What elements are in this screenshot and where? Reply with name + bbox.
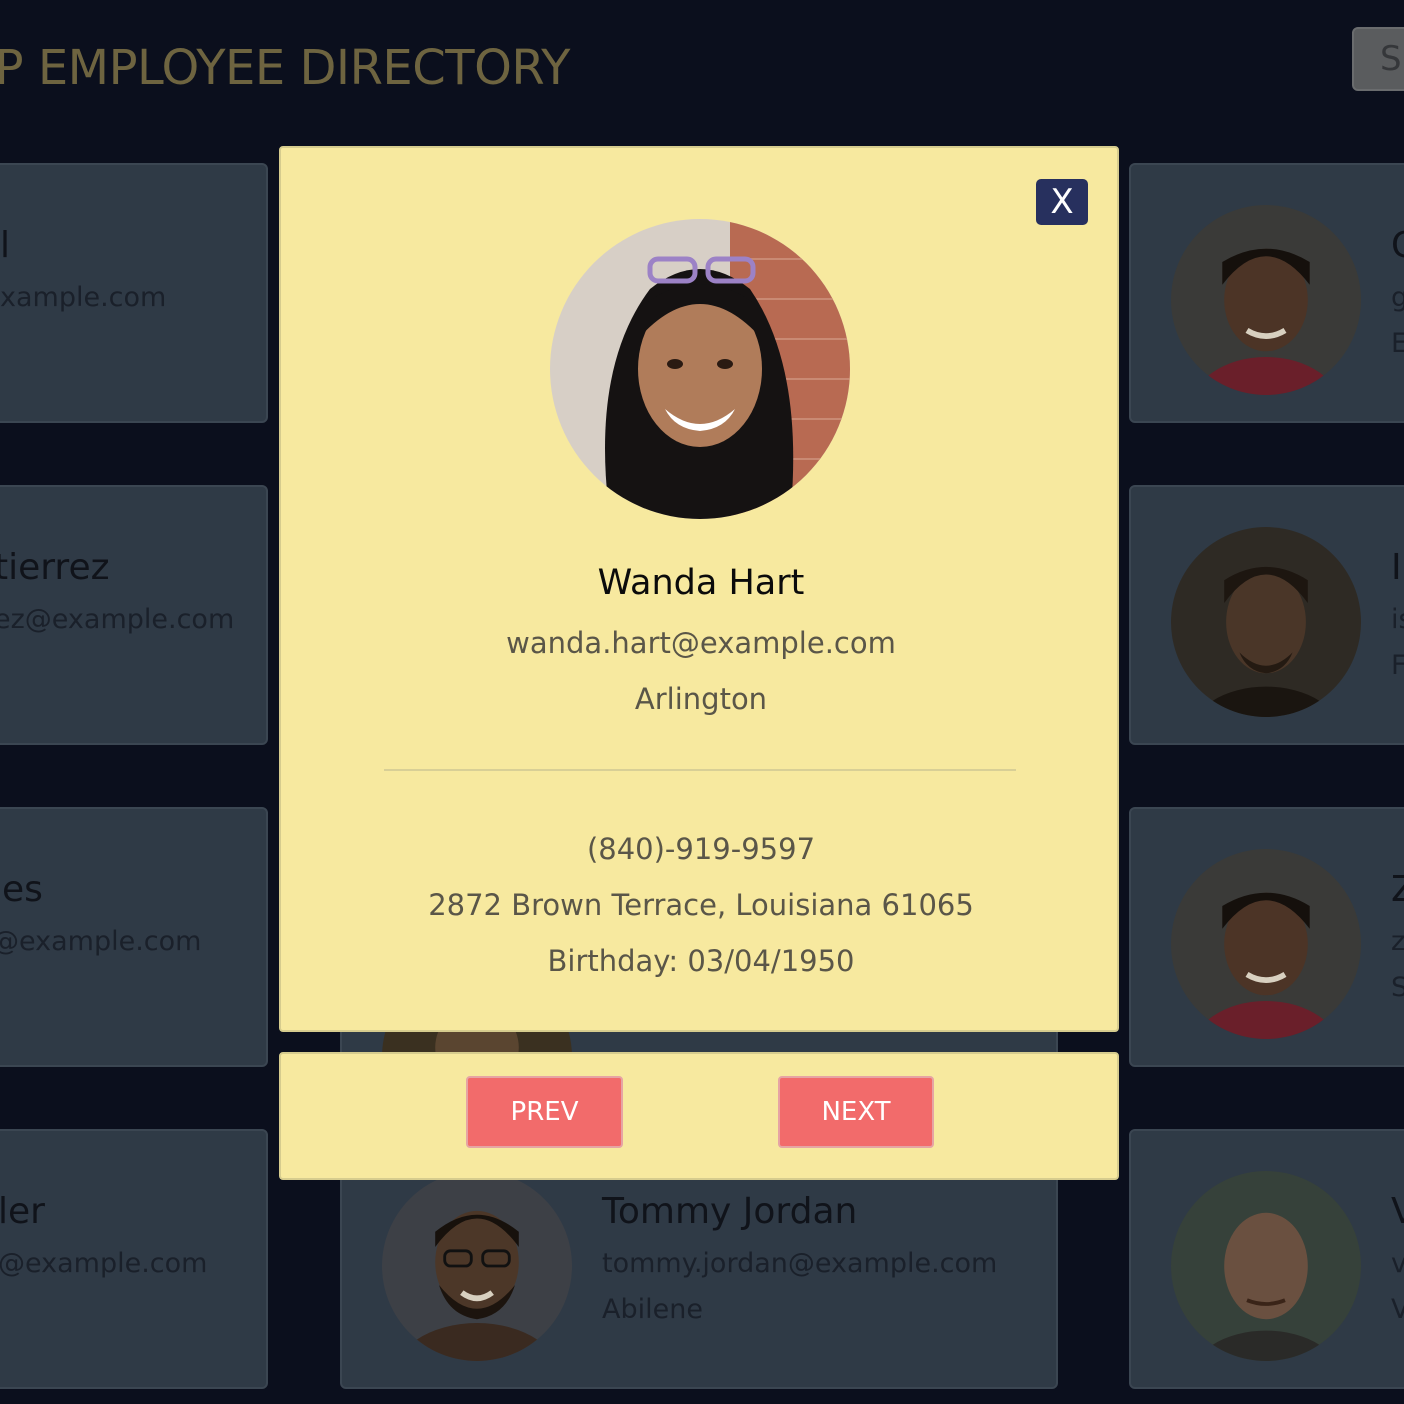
modal-employee-name: Wanda Hart — [597, 563, 805, 603]
employee-card[interactable]: les @example.com — [0, 807, 268, 1067]
modal-employee-email: wanda.hart@example.com — [506, 626, 896, 660]
employee-name: Z — [1391, 869, 1404, 910]
employee-card[interactable]: V v V — [1129, 1129, 1404, 1389]
employee-name: ler — [0, 1191, 45, 1232]
avatar — [1171, 527, 1361, 717]
modal-employee-phone: (840)-919-9597 — [586, 832, 816, 866]
employee-name: tierrez — [0, 547, 110, 588]
employee-city: F — [1391, 650, 1404, 681]
avatar — [1171, 205, 1361, 395]
close-button[interactable]: X — [1036, 179, 1088, 225]
employee-email: z — [1391, 926, 1404, 957]
employee-card[interactable]: G g E — [1129, 163, 1404, 423]
modal-nav-bar: PREV NEXT — [279, 1052, 1119, 1180]
prev-button[interactable]: PREV — [466, 1076, 623, 1148]
employee-city: V — [1391, 1294, 1404, 1325]
modal-employee-address: 2872 Brown Terrace, Louisiana 61065 — [428, 888, 974, 922]
employee-name: Tommy Jordan — [602, 1191, 858, 1232]
employee-card[interactable]: l xample.com — [0, 163, 268, 423]
avatar — [382, 1171, 572, 1361]
modal-employee-birthday: Birthday: 03/04/1950 — [547, 944, 855, 978]
employee-card[interactable]: I is F — [1129, 485, 1404, 745]
employee-email: g — [1391, 282, 1404, 313]
employee-detail-modal: X Wanda Hart wanda.hart@example.com Arli… — [279, 146, 1119, 1032]
employee-email: @example.com — [0, 1248, 208, 1279]
page-title: UP EMPLOYEE DIRECTORY — [0, 40, 570, 96]
employee-city: Abilene — [602, 1294, 703, 1325]
employee-name: l — [0, 225, 11, 266]
employee-card[interactable]: tierrez ez@example.com — [0, 485, 268, 745]
employee-email: tommy.jordan@example.com — [602, 1248, 998, 1279]
employee-name: G — [1391, 225, 1404, 266]
employee-card[interactable]: ler @example.com — [0, 1129, 268, 1389]
avatar — [1171, 849, 1361, 1039]
modal-employee-city: Arlington — [634, 682, 768, 716]
employee-email: @example.com — [0, 926, 202, 957]
employee-card[interactable]: Z z S — [1129, 807, 1404, 1067]
employee-city: S — [1391, 972, 1404, 1003]
avatar — [1171, 1171, 1361, 1361]
employee-city: E — [1391, 328, 1404, 359]
modal-avatar — [550, 219, 850, 519]
employee-email: xample.com — [0, 282, 167, 313]
employee-email: is — [1391, 604, 1404, 635]
employee-email: ez@example.com — [0, 604, 235, 635]
employee-name: I — [1391, 547, 1402, 588]
divider — [384, 769, 1016, 771]
search-button[interactable]: S — [1352, 27, 1404, 91]
employee-name: les — [0, 869, 43, 910]
next-button[interactable]: NEXT — [778, 1076, 934, 1148]
employee-email: v — [1391, 1248, 1404, 1279]
employee-name: V — [1391, 1191, 1404, 1232]
